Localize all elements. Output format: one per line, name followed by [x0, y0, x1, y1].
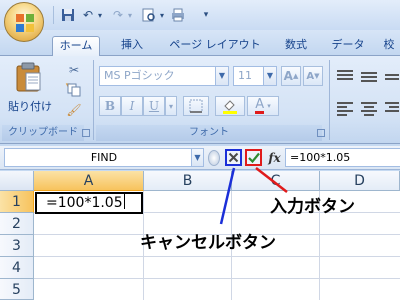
font-color-button[interactable]: A ▾	[247, 96, 279, 116]
tab-formulas[interactable]: 数式	[275, 36, 317, 56]
office-button[interactable]	[4, 2, 44, 42]
column-header-c[interactable]: C	[232, 171, 320, 191]
clipboard-group-caption: クリップボード	[2, 125, 84, 141]
row-header-5[interactable]: 5	[0, 279, 34, 300]
column-header-b[interactable]: B	[144, 171, 232, 191]
shrink-font-button[interactable]: A ▼	[303, 66, 323, 86]
name-box[interactable]: FIND ▼	[4, 148, 204, 167]
clipboard-icon	[16, 62, 41, 92]
undo-dropdown-icon[interactable]: ▾	[96, 8, 104, 22]
chevron-down-icon[interactable]: ▼	[263, 67, 276, 85]
borders-button[interactable]	[183, 96, 209, 116]
cancel-button-annotation: キャンセルボタン	[140, 233, 276, 253]
tab-home[interactable]: ホーム	[52, 36, 100, 57]
title-bar: ↶ ▾ ↷ ▾ ▾ ▾	[0, 0, 400, 30]
customize-quick-access-icon[interactable]: ▾	[198, 8, 214, 22]
quick-access-separator	[53, 6, 54, 24]
font-color-label: A	[255, 97, 265, 114]
align-middle-icon[interactable]	[360, 68, 378, 84]
chevron-down-icon[interactable]: ▼	[191, 149, 203, 166]
name-box-value: FIND	[90, 151, 118, 164]
paste-button[interactable]: 貼り付け	[8, 60, 52, 120]
font-size-value: 11	[238, 69, 252, 82]
cancel-x-icon	[228, 152, 239, 163]
quick-print-icon[interactable]	[170, 8, 186, 22]
formula-bar-grip[interactable]	[208, 150, 220, 166]
office-logo-icon	[16, 14, 34, 32]
tab-insert[interactable]: 挿入	[112, 36, 152, 56]
cell-a1-value: =100*1.05	[46, 195, 123, 211]
column-header-a[interactable]: A	[34, 171, 144, 191]
print-preview-icon[interactable]	[141, 8, 157, 22]
font-size-combo[interactable]: 11 ▼	[233, 66, 277, 86]
format-painter-icon[interactable]: 🖌	[66, 102, 82, 118]
font-group-caption: フォント	[96, 125, 322, 141]
grow-font-button[interactable]: A ▲	[281, 66, 301, 86]
enter-button-annotation: 入力ボタン	[270, 197, 355, 217]
save-icon[interactable]	[60, 8, 76, 22]
copy-icon[interactable]	[66, 82, 82, 98]
tab-data[interactable]: データ	[326, 36, 370, 56]
gridline	[34, 256, 400, 257]
align-center-icon[interactable]	[360, 100, 378, 116]
paste-label: 貼り付け	[8, 100, 52, 113]
font-launcher-icon[interactable]	[317, 129, 325, 137]
align-top-icon[interactable]	[336, 68, 354, 84]
redo-icon[interactable]: ↷	[110, 8, 126, 22]
grow-font-label: A	[283, 69, 293, 83]
fill-color-button[interactable]	[215, 96, 245, 116]
underline-dropdown-icon[interactable]: ▾	[165, 96, 177, 116]
ribbon-tab-row: ホーム 挿入 ページ レイアウト 数式 データ 校	[0, 30, 400, 57]
column-header-d[interactable]: D	[320, 171, 400, 191]
bold-button[interactable]: B	[99, 96, 121, 116]
active-cell-a1[interactable]: =100*1.05	[35, 192, 143, 214]
ribbon: 貼り付け ▾ ✂ 🖌 クリップボード MS Pゴシック ▼ 11 ▼ A▲ A▼…	[0, 56, 400, 144]
formula-bar: FIND ▼ fx =100*1.05	[0, 146, 400, 170]
shrink-font-label: A	[306, 70, 315, 82]
font-name-value: MS Pゴシック	[104, 69, 175, 82]
underline-button[interactable]: U	[143, 96, 165, 116]
borders-icon	[189, 99, 203, 113]
group-separator	[93, 60, 94, 140]
align-right-icon[interactable]	[384, 100, 400, 116]
chevron-down-icon[interactable]: ▼	[215, 67, 228, 85]
select-all-button[interactable]	[0, 171, 34, 191]
fill-color-icon	[223, 100, 237, 114]
row-header-3[interactable]: 3	[0, 235, 34, 257]
enter-button[interactable]	[245, 149, 262, 166]
tab-review[interactable]: 校	[378, 36, 400, 56]
text-cursor	[123, 194, 125, 209]
redo-dropdown-icon[interactable]: ▾	[126, 8, 134, 22]
cancel-button[interactable]	[225, 149, 242, 166]
group-separator	[329, 60, 330, 140]
cut-icon[interactable]: ✂	[66, 62, 82, 78]
gridline	[34, 278, 400, 279]
checkmark-icon	[247, 152, 260, 163]
align-left-icon[interactable]	[336, 100, 354, 116]
print-preview-dropdown-icon[interactable]: ▾	[158, 8, 166, 22]
row-header-2[interactable]: 2	[0, 213, 34, 235]
font-name-combo[interactable]: MS Pゴシック ▼	[99, 66, 229, 86]
italic-button[interactable]: I	[121, 96, 143, 116]
clipboard-launcher-icon[interactable]	[82, 129, 90, 137]
tab-page-layout[interactable]: ページ レイアウト	[160, 36, 270, 56]
row-header-1[interactable]: 1	[0, 191, 34, 213]
formula-input[interactable]: =100*1.05	[285, 148, 400, 167]
row-header-4[interactable]: 4	[0, 257, 34, 279]
undo-icon[interactable]: ↶	[80, 8, 96, 22]
insert-function-button[interactable]: fx	[266, 149, 283, 166]
align-bottom-icon[interactable]	[384, 68, 400, 84]
